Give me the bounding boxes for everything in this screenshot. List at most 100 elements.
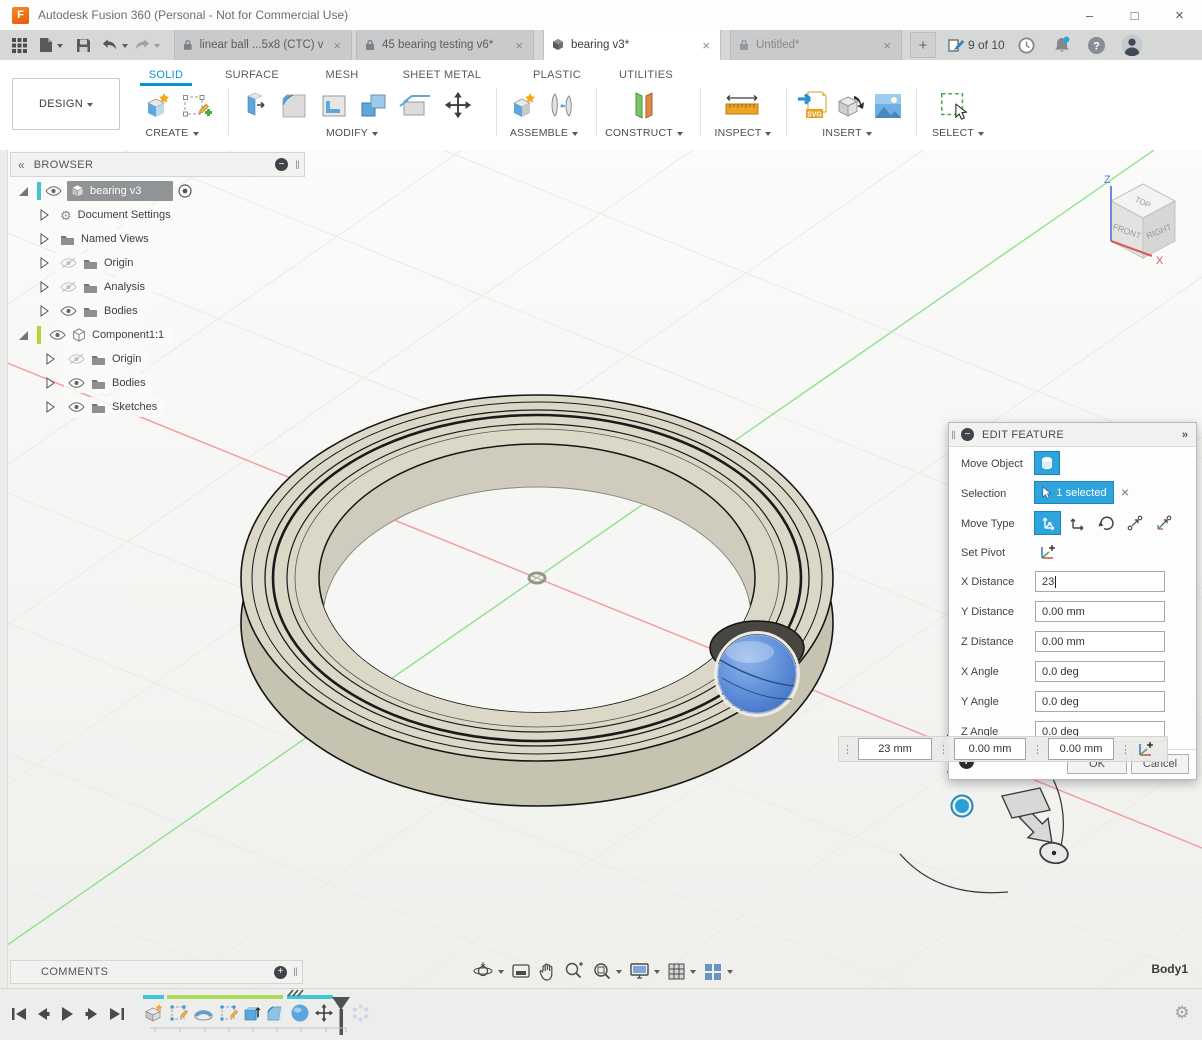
tree-node[interactable]: Origin — [56, 253, 141, 273]
y-distance-float-input[interactable]: 0.00 mm — [954, 738, 1026, 760]
timeline-feature-fillet[interactable] — [264, 1002, 285, 1024]
browser-grip[interactable]: ‖ — [295, 158, 300, 172]
node-label[interactable]: Document Settings — [78, 209, 171, 221]
group-label-insert[interactable]: INSERT — [808, 126, 886, 140]
timeline-step-back-button[interactable] — [32, 1003, 54, 1025]
root-node[interactable]: bearing v3 — [67, 181, 173, 201]
shell-icon[interactable] — [318, 88, 350, 124]
eye-visible-icon[interactable] — [68, 401, 85, 413]
eye-hidden-icon[interactable] — [68, 353, 85, 365]
group-label-construct[interactable]: CONSTRUCT — [596, 126, 692, 140]
tree-node[interactable]: ⚙ Document Settings — [56, 205, 179, 225]
move-type-translate-button[interactable] — [1063, 511, 1090, 535]
bar-grip-icon[interactable]: ⋮ — [842, 743, 852, 756]
browser-item-document-settings[interactable]: ⚙ Document Settings — [8, 205, 179, 225]
save-button[interactable] — [70, 33, 96, 57]
ribbon-tab-surface[interactable]: SURFACE — [212, 65, 292, 85]
tab-untitled[interactable]: Untitled* × — [730, 30, 902, 60]
drag-handle-icon[interactable]: ⋮ — [1120, 743, 1130, 756]
node-label[interactable]: Origin — [104, 257, 133, 269]
browser-item-sketches[interactable]: Sketches — [8, 397, 165, 417]
ribbon-tab-solid[interactable]: SOLID — [140, 65, 192, 85]
select-icon[interactable] — [938, 88, 970, 124]
collapse-icon[interactable] — [44, 353, 56, 365]
timeline-feature-suppressed[interactable] — [350, 1002, 371, 1024]
timeline-feature-sketch2[interactable] — [218, 1002, 239, 1024]
node-label[interactable]: Component1:1 — [92, 329, 164, 341]
collapse-icon[interactable] — [38, 257, 50, 269]
timeline-settings-gear-icon[interactable]: ⚙ — [1170, 1001, 1194, 1025]
joint-icon[interactable] — [546, 88, 578, 124]
notifications-bell-icon[interactable] — [1049, 32, 1075, 58]
new-component-icon[interactable] — [506, 88, 538, 124]
browser-header[interactable]: « BROWSER − ‖ — [10, 152, 305, 177]
viewport-3d[interactable]: TOP FRONT RIGHT Z X « BROWSER − ‖ be — [0, 150, 1202, 988]
pan-icon[interactable] — [538, 962, 556, 981]
comments-header[interactable]: COMMENTS + ‖ — [10, 960, 303, 984]
add-comment-icon[interactable]: + — [274, 966, 287, 979]
create-sketch-icon[interactable] — [180, 88, 212, 124]
ribbon-tab-utilities[interactable]: UTILITIES — [608, 65, 684, 85]
orbit-icon[interactable] — [472, 961, 504, 981]
minimize-button[interactable]: – — [1067, 0, 1112, 30]
drag-handle-icon[interactable]: ⋮ — [1032, 743, 1042, 756]
collapse-icon[interactable] — [44, 401, 56, 413]
set-pivot-button[interactable] — [1034, 540, 1060, 564]
dialog-collapse-icon[interactable]: − — [961, 428, 974, 441]
help-icon[interactable]: ? — [1084, 32, 1110, 58]
eye-visible-icon[interactable] — [68, 377, 85, 389]
tree-node[interactable]: Bodies — [56, 301, 146, 321]
display-settings-icon[interactable] — [629, 962, 660, 981]
job-status[interactable]: 9 of 10 — [948, 38, 1005, 53]
tab-linear-ball[interactable]: linear ball ...5x8 (CTC) v2 × — [174, 30, 352, 60]
activate-radio-icon[interactable] — [177, 183, 193, 199]
timeline-feature-component[interactable] — [143, 1002, 164, 1024]
expand-icon[interactable] — [16, 184, 30, 198]
timeline-feature-sphere[interactable] — [289, 1002, 310, 1024]
group-label-modify[interactable]: MODIFY — [312, 126, 392, 140]
z-distance-float-input[interactable]: 0.00 mm — [1048, 738, 1114, 760]
insert-canvas-icon[interactable] — [872, 88, 904, 124]
viewports-icon[interactable] — [703, 962, 733, 981]
tree-node[interactable]: Analysis — [56, 277, 153, 297]
tab-45-bearing[interactable]: 45 bearing testing v6* × — [356, 30, 534, 60]
press-pull-icon[interactable] — [240, 88, 272, 124]
construct-plane-icon[interactable] — [628, 88, 660, 124]
fillet-icon[interactable] — [278, 88, 310, 124]
browser-item-origin[interactable]: Origin — [8, 253, 141, 273]
insert-svg-icon[interactable]: SVG — [796, 88, 828, 124]
node-label[interactable]: Bodies — [104, 305, 138, 317]
move-object-bodies-button[interactable] — [1034, 451, 1060, 475]
browser-item-analysis[interactable]: Analysis — [8, 277, 153, 297]
avatar[interactable] — [1119, 32, 1145, 58]
clear-selection-icon[interactable]: × — [1121, 484, 1129, 500]
browser-item-root[interactable]: bearing v3 — [8, 181, 193, 201]
group-label-assemble[interactable]: ASSEMBLE — [498, 126, 590, 140]
eye-hidden-icon[interactable] — [60, 257, 77, 269]
ribbon-tab-mesh[interactable]: MESH — [314, 65, 370, 85]
move-type-point-to-position-button[interactable] — [1150, 511, 1177, 535]
timeline-feature-extrude[interactable] — [241, 1002, 262, 1024]
viewcube[interactable]: TOP FRONT RIGHT Z X — [1104, 174, 1175, 267]
browser-hide-icon[interactable]: − — [275, 158, 288, 171]
move-copy-icon[interactable] — [442, 88, 474, 124]
tab-close-icon[interactable]: × — [331, 38, 343, 53]
pivot-icon[interactable] — [1136, 740, 1154, 758]
zoom-window-icon[interactable] — [591, 961, 622, 981]
browser-item-bodies[interactable]: Bodies — [8, 301, 146, 321]
file-menu-button[interactable] — [38, 33, 64, 57]
move-type-free-button[interactable] — [1034, 511, 1061, 535]
history-clock-icon[interactable] — [1014, 32, 1040, 58]
move-type-point-to-point-button[interactable] — [1121, 511, 1148, 535]
tree-node[interactable]: Component1:1 — [45, 325, 172, 345]
tree-node[interactable]: Named Views — [56, 229, 157, 249]
tab-bearing-v3[interactable]: bearing v3* × — [543, 30, 721, 60]
dialog-header[interactable]: ‖ − EDIT FEATURE » — [949, 423, 1196, 447]
z-distance-input[interactable]: 0.00 mm — [1035, 631, 1165, 652]
combine-icon[interactable] — [358, 88, 390, 124]
browser-item-comp-origin[interactable]: Origin — [8, 349, 149, 369]
group-label-create[interactable]: CREATE — [132, 126, 212, 140]
node-label[interactable]: Analysis — [104, 281, 145, 293]
timeline-play-button[interactable] — [56, 1003, 78, 1025]
tab-close-icon[interactable]: × — [881, 38, 893, 53]
